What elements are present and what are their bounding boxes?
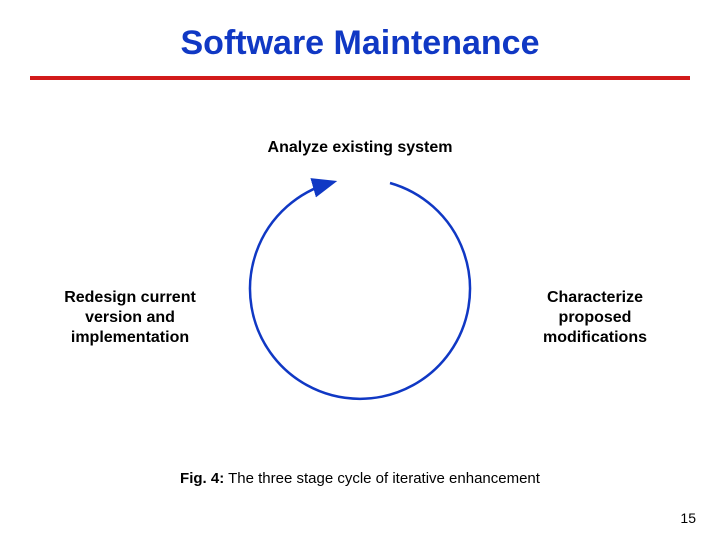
figure-caption-label: Fig. 4:: [180, 470, 224, 487]
cycle-arrow-icon: [240, 170, 480, 410]
stage-label-characterize: Characterize proposed modifications: [520, 288, 670, 348]
figure-caption: Fig. 4: The three stage cycle of iterati…: [0, 470, 720, 487]
figure-caption-text: The three stage cycle of iterative enhan…: [224, 470, 540, 487]
title-underline: [30, 76, 690, 80]
slide-title: Software Maintenance: [0, 24, 720, 63]
page-number: 15: [680, 510, 696, 526]
stage-label-analyze: Analyze existing system: [0, 138, 720, 158]
stage-label-redesign: Redesign current version and implementat…: [50, 288, 210, 348]
